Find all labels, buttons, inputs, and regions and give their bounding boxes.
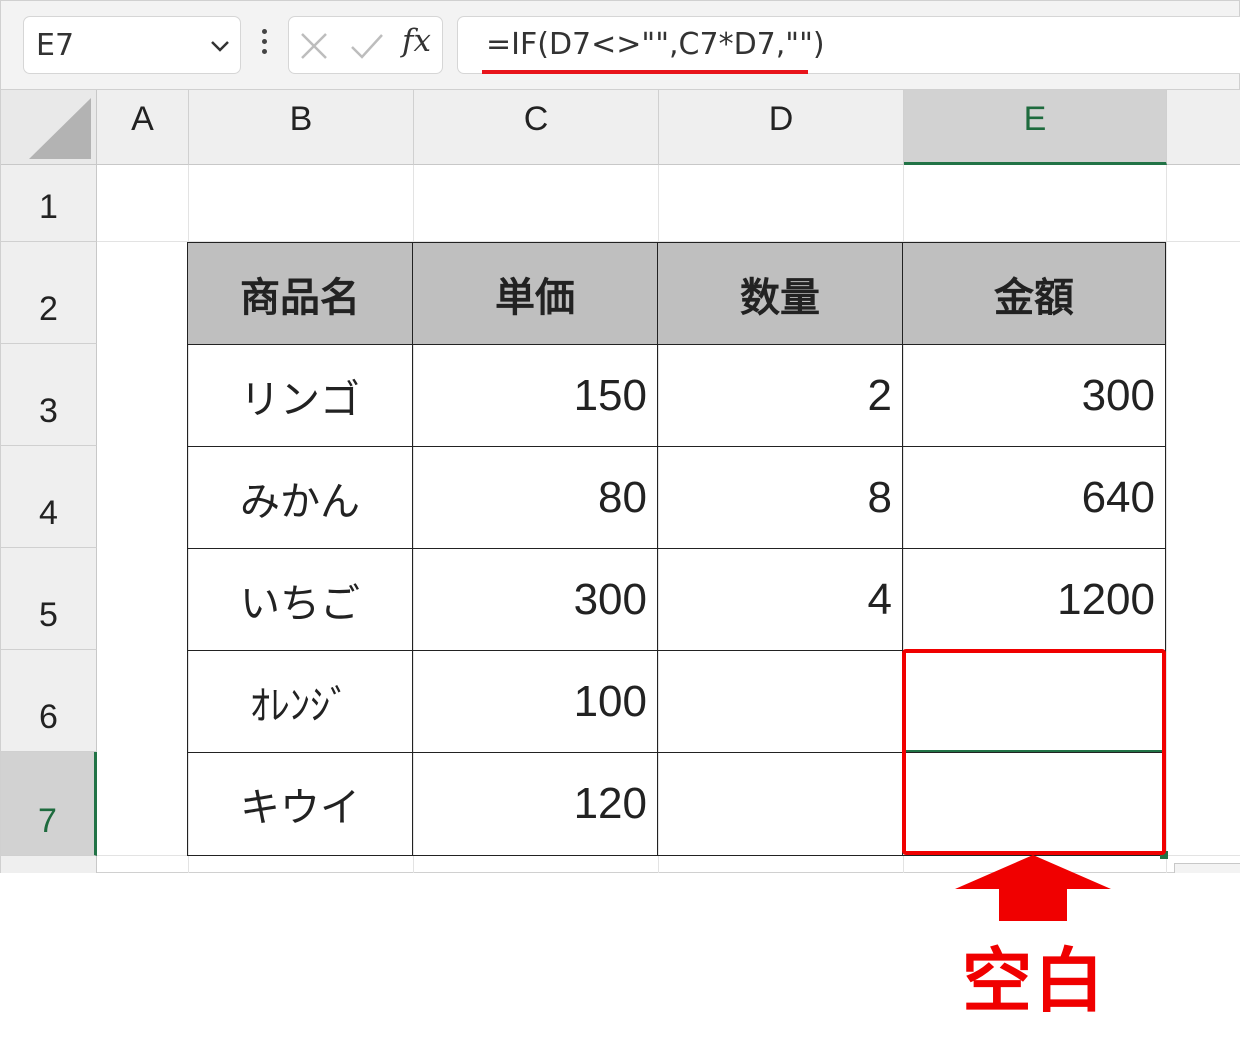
table-cell-e4[interactable]: 640	[902, 446, 1166, 549]
cell-value: みかん	[240, 478, 360, 525]
chevron-down-icon[interactable]	[208, 34, 232, 58]
table-cell-b6[interactable]: ｵﾚﾝｼﾞ	[187, 650, 413, 753]
header-cell-quantity[interactable]: 数量	[657, 242, 903, 345]
cell-value: 4	[867, 574, 892, 624]
table-cell-d4[interactable]: 8	[657, 446, 903, 549]
cell-value: 1200	[1057, 574, 1155, 624]
cell-value: キウイ	[240, 785, 360, 831]
table-cell-c3[interactable]: 150	[412, 344, 658, 447]
column-header-d[interactable]: D	[659, 90, 904, 165]
enter-check-icon[interactable]	[349, 31, 385, 61]
cell-value: 300	[573, 574, 647, 624]
row-header-2[interactable]: 2	[1, 242, 97, 344]
cell-value: 300	[1081, 370, 1155, 420]
row-header-3-label: 3	[39, 392, 58, 430]
cell-value: 150	[573, 370, 647, 420]
fx-icon[interactable]: fx	[402, 23, 431, 59]
table-cell-c4[interactable]: 80	[412, 446, 658, 549]
row-header-1[interactable]: 1	[1, 165, 97, 242]
table-cell-c5[interactable]: 300	[412, 548, 658, 651]
header-cell-unit-price[interactable]: 単価	[412, 242, 658, 345]
formula-highlight-underline	[482, 70, 808, 74]
cell-value: 100	[573, 676, 647, 726]
column-header-c[interactable]: C	[414, 90, 659, 165]
cell-value: いちご	[240, 580, 360, 627]
header-cell-amount[interactable]: 金額	[902, 242, 1166, 345]
table-cell-d6[interactable]	[657, 650, 903, 753]
column-header-b[interactable]: B	[189, 90, 414, 165]
table-cell-b4[interactable]: みかん	[187, 446, 413, 549]
row-header-3[interactable]: 3	[1, 344, 97, 446]
row-header-4-label: 4	[39, 494, 58, 532]
row-header-5[interactable]: 5	[1, 548, 97, 650]
table-cell-b5[interactable]: いちご	[187, 548, 413, 651]
table-cell-e5[interactable]: 1200	[902, 548, 1166, 651]
scroll-corner	[1174, 863, 1240, 873]
header-amount-label: 金額	[994, 274, 1074, 321]
formula-buttons: fx	[288, 16, 443, 74]
row-header-6-label: 6	[39, 698, 58, 736]
up-arrow-icon	[955, 855, 1111, 921]
row-header-6[interactable]: 6	[1, 650, 97, 752]
blank-annotation-label: 空白	[962, 940, 1106, 1022]
table-cell-c7[interactable]: 120	[412, 752, 658, 856]
cell-value: 2	[867, 370, 892, 420]
cell-value: 80	[598, 472, 647, 522]
row-header-1-label: 1	[39, 188, 58, 226]
table-cell-d7[interactable]	[657, 752, 903, 856]
formula-bar: E7 fx =IF(D7<>"",C7*D7,"")	[0, 0, 1240, 90]
cell-value: リンゴ	[240, 376, 360, 423]
more-vertical-icon[interactable]	[258, 29, 270, 63]
column-header-f[interactable]	[1167, 90, 1240, 165]
table-cell-d3[interactable]: 2	[657, 344, 903, 447]
column-header-e[interactable]: E	[904, 90, 1167, 165]
name-box[interactable]: E7	[23, 16, 241, 74]
cell-value: 640	[1081, 472, 1155, 522]
row-header-7-label: 7	[38, 802, 57, 840]
cancel-icon[interactable]	[299, 31, 329, 61]
formula-text: =IF(D7<>"",C7*D7,"")	[486, 27, 825, 62]
table-cell-e3[interactable]: 300	[902, 344, 1166, 447]
select-all-triangle-icon	[29, 98, 91, 159]
row-header-2-label: 2	[39, 290, 58, 328]
gridline	[1166, 165, 1167, 873]
cell-value: 120	[573, 779, 647, 828]
header-product-label: 商品名	[240, 274, 360, 321]
row-header-4[interactable]: 4	[1, 446, 97, 548]
table-cell-b3[interactable]: リンゴ	[187, 344, 413, 447]
cell-value: 8	[867, 472, 892, 522]
row-header-7[interactable]: 7	[1, 752, 97, 856]
cell-value: ｵﾚﾝｼﾞ	[250, 682, 350, 729]
name-box-value: E7	[36, 28, 75, 63]
blank-cells-highlight-box	[902, 649, 1166, 855]
row-header-5-label: 5	[39, 596, 58, 634]
table-cell-c6[interactable]: 100	[412, 650, 658, 753]
header-quantity-label: 数量	[740, 274, 820, 321]
select-all-corner[interactable]	[1, 90, 97, 165]
table-cell-d5[interactable]: 4	[657, 548, 903, 651]
column-header-a[interactable]: A	[97, 90, 189, 165]
formula-input[interactable]: =IF(D7<>"",C7*D7,"")	[457, 16, 1240, 74]
row-header-8[interactable]	[1, 856, 97, 873]
table-cell-b7[interactable]: キウイ	[187, 752, 413, 856]
header-cell-product[interactable]: 商品名	[187, 242, 413, 345]
header-unit-price-label: 単価	[495, 274, 575, 321]
